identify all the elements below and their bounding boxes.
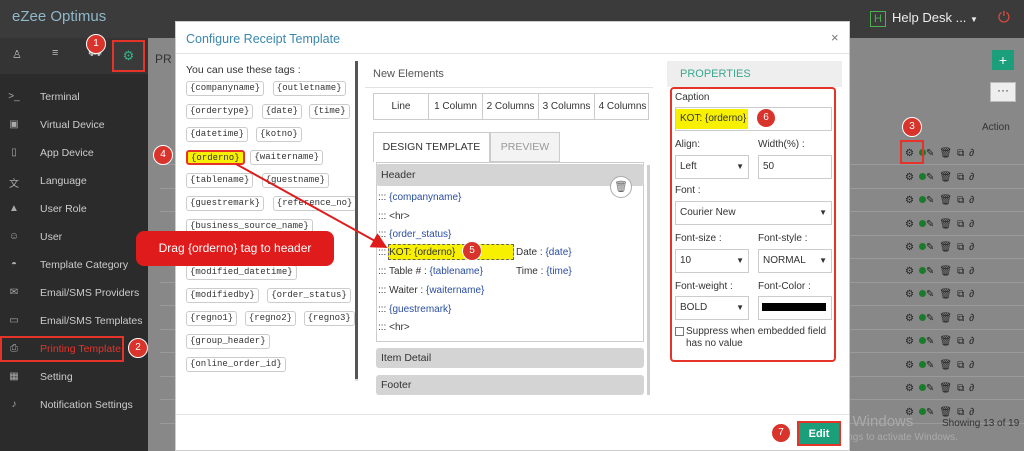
step-badge: 2: [128, 338, 148, 358]
step-badge: 3: [902, 117, 922, 137]
annotation-arrow: [235, 163, 388, 248]
step-badge: 7: [771, 423, 791, 443]
step-badge: 1: [86, 34, 106, 54]
step-badge: 6: [756, 108, 776, 128]
annotation-callout: Drag {orderno} tag to header: [136, 231, 334, 266]
step-badge: 4: [153, 145, 173, 165]
step-badge: 5: [462, 241, 482, 261]
